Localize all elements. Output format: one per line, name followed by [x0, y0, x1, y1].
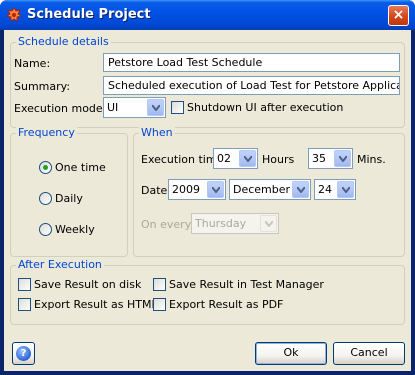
weekday-value: Thursday	[195, 217, 247, 230]
ok-button[interactable]: Ok	[255, 342, 327, 365]
chevron-down-icon	[260, 215, 277, 232]
schedule-app-icon	[5, 7, 23, 23]
weekly-label: Weekly	[55, 223, 95, 236]
hours-label: Hours	[262, 153, 295, 166]
one-time-radio[interactable]	[39, 161, 52, 174]
after-execution-group: After Execution	[10, 258, 405, 325]
chevron-down-icon[interactable]	[292, 181, 309, 198]
schedule-project-dialog: Schedule Project × Schedule details Name…	[0, 0, 415, 375]
minutes-label: Mins.	[357, 153, 386, 166]
daily-label: Daily	[55, 192, 83, 205]
month-value: December	[233, 183, 291, 196]
date-label: Date	[141, 184, 168, 197]
weekday-select[interactable]: Thursday	[191, 213, 279, 234]
cancel-button[interactable]: Cancel	[333, 342, 405, 365]
help-button[interactable]: ?	[12, 342, 35, 365]
summary-label: Summary:	[14, 80, 71, 93]
day-value: 24	[318, 183, 332, 196]
chevron-down-icon[interactable]	[147, 99, 164, 116]
frequency-legend: Frequency	[16, 126, 77, 139]
hours-select[interactable]: 02	[213, 148, 258, 169]
month-select[interactable]: December	[229, 179, 311, 200]
help-icon: ?	[16, 346, 31, 361]
weekly-radio[interactable]	[39, 223, 52, 236]
chevron-down-icon[interactable]	[337, 181, 354, 198]
on-every-label: On every	[141, 218, 192, 231]
name-label: Name:	[14, 57, 51, 70]
shutdown-ui-label: Shutdown UI after execution	[187, 101, 344, 114]
save-result-disk-label: Save Result on disk	[34, 278, 142, 291]
export-html-label: Export Result as HTML	[34, 298, 158, 311]
execution-mode-value: UI	[107, 101, 119, 114]
minutes-value: 35	[312, 152, 326, 165]
execution-time-label: Execution time	[141, 153, 224, 166]
name-field[interactable]: Petstore Load Test Schedule	[103, 53, 400, 72]
chevron-down-icon[interactable]	[239, 150, 256, 167]
execution-mode-select[interactable]: UI	[103, 97, 166, 118]
save-result-test-manager-checkbox[interactable]	[153, 278, 166, 291]
save-result-test-manager-label: Save Result in Test Manager	[169, 278, 324, 291]
execution-mode-label: Execution mode:	[14, 102, 107, 115]
chevron-down-icon[interactable]	[207, 181, 224, 198]
after-execution-legend: After Execution	[16, 258, 104, 271]
shutdown-ui-checkbox[interactable]	[171, 101, 184, 114]
dialog-body: Schedule details Name: Petstore Load Tes…	[4, 30, 411, 371]
save-result-disk-checkbox[interactable]	[18, 278, 31, 291]
dialog-title: Schedule Project	[27, 7, 151, 22]
when-legend: When	[139, 126, 175, 139]
schedule-details-legend: Schedule details	[16, 35, 111, 48]
daily-radio[interactable]	[39, 192, 52, 205]
year-value: 2009	[172, 183, 200, 196]
close-icon[interactable]: ×	[388, 5, 409, 26]
summary-field[interactable]: Scheduled execution of Load Test for Pet…	[103, 76, 400, 95]
year-select[interactable]: 2009	[168, 179, 226, 200]
hours-value: 02	[217, 152, 231, 165]
one-time-label: One time	[55, 161, 106, 174]
export-pdf-label: Export Result as PDF	[169, 298, 284, 311]
export-pdf-checkbox[interactable]	[153, 298, 166, 311]
export-html-checkbox[interactable]	[18, 298, 31, 311]
day-select[interactable]: 24	[314, 179, 356, 200]
chevron-down-icon[interactable]	[334, 150, 351, 167]
minutes-select[interactable]: 35	[308, 148, 353, 169]
title-bar[interactable]: Schedule Project ×	[0, 0, 415, 30]
